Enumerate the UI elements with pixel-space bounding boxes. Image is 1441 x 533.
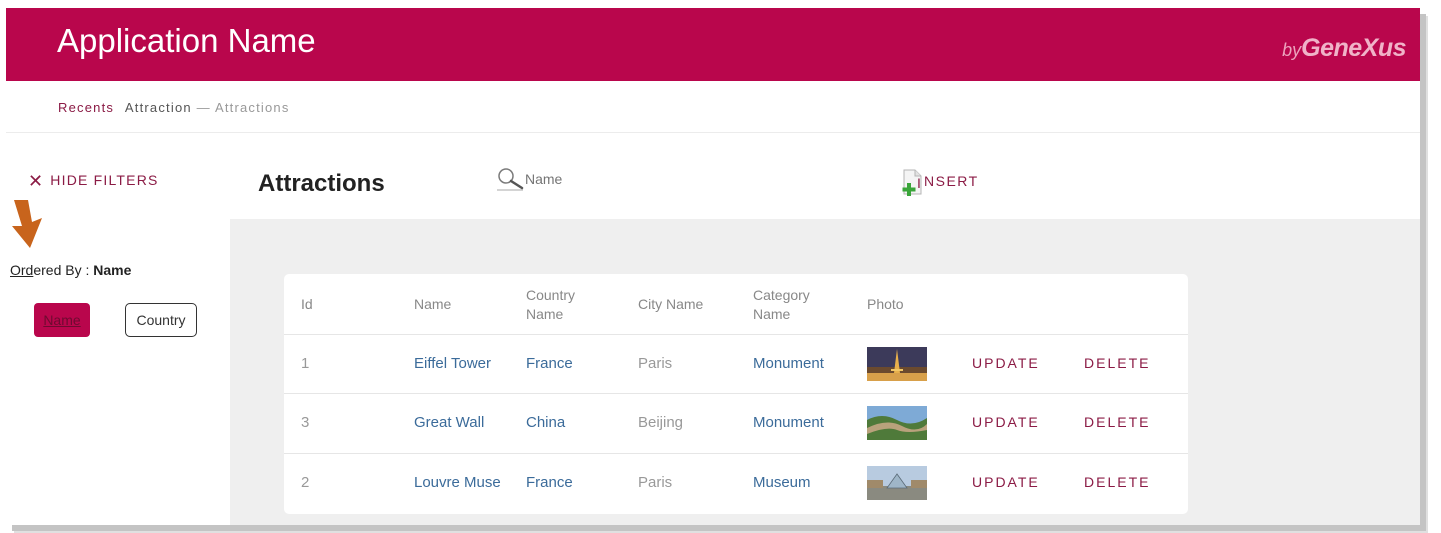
- cell-id: 1: [301, 355, 310, 372]
- update-link[interactable]: UPDATE: [972, 414, 1040, 430]
- page-title: Attractions: [258, 170, 385, 197]
- header-city-name[interactable]: City Name: [638, 295, 748, 314]
- table-row: 3 Great Wall China Beijing Monument UPDA…: [284, 394, 1188, 454]
- brand-name: GeneXus: [1301, 34, 1406, 62]
- cell-city: Beijing: [638, 414, 684, 431]
- breadcrumb-sub: Attractions: [214, 100, 290, 115]
- eiffel-tower-photo: [867, 347, 927, 381]
- cell-category-link[interactable]: Monument: [753, 355, 863, 372]
- attractions-grid: Id Name Country Name City Name Category …: [284, 274, 1188, 514]
- breadcrumb-separator: —: [196, 100, 211, 115]
- search-input[interactable]: [525, 168, 645, 190]
- update-link[interactable]: UPDATE: [972, 355, 1040, 371]
- header-photo: Photo: [867, 296, 904, 312]
- delete-link[interactable]: DELETE: [1084, 414, 1150, 430]
- header-country-name[interactable]: Country Name: [526, 286, 616, 324]
- great-wall-photo: [867, 406, 927, 440]
- cell-country-link[interactable]: France: [526, 474, 626, 491]
- cell-id: 3: [301, 414, 310, 431]
- brand-logo: byGeneXus: [1282, 34, 1406, 63]
- cell-country-link[interactable]: China: [526, 414, 626, 431]
- grid-header-row: Id Name Country Name City Name Category …: [284, 274, 1188, 335]
- cell-name-link[interactable]: Eiffel Tower: [414, 355, 521, 372]
- close-icon: ✕: [28, 171, 45, 191]
- breadcrumb-current: Attraction: [124, 100, 192, 115]
- cell-category-link[interactable]: Monument: [753, 414, 863, 431]
- cell-country-link[interactable]: France: [526, 355, 626, 372]
- insert-first-letter: I: [917, 175, 921, 191]
- header-category-name[interactable]: Category Name: [753, 286, 843, 324]
- louvre-photo: [867, 466, 927, 500]
- ordered-by-text: ered By :: [33, 262, 94, 278]
- cell-name-link[interactable]: Great Wall: [414, 414, 521, 431]
- brand-by: by: [1282, 40, 1302, 60]
- ordered-by-value: Name: [93, 262, 132, 278]
- search-box: [495, 166, 645, 194]
- annotation-arrow-icon: [12, 200, 42, 248]
- table-row: 1 Eiffel Tower France Paris Monument UPD…: [284, 335, 1188, 394]
- update-link[interactable]: UPDATE: [972, 474, 1040, 490]
- hide-filters-button[interactable]: ✕ HIDE FILTERS: [28, 171, 159, 192]
- ordered-by-label: Ordered By : Name: [10, 262, 131, 278]
- delete-link[interactable]: DELETE: [1084, 474, 1150, 490]
- cell-category-link[interactable]: Museum: [753, 474, 863, 491]
- hide-filters-label: HIDE FILTERS: [50, 172, 159, 188]
- header-id[interactable]: Id: [301, 295, 381, 314]
- cell-id: 2: [301, 474, 310, 491]
- insert-label: NSERT: [924, 173, 979, 189]
- insert-document-icon: I: [902, 169, 922, 196]
- app-title: Application Name: [57, 22, 316, 59]
- search-icon: [497, 168, 524, 191]
- table-row: 2 Louvre Muse France Paris Museum UPDATE…: [284, 454, 1188, 514]
- breadcrumb-recents-link[interactable]: Recents: [58, 100, 114, 115]
- order-by-name-button[interactable]: Name: [34, 303, 90, 337]
- header-name[interactable]: Name: [414, 295, 521, 314]
- breadcrumb: Recents Attraction — Attractions: [58, 100, 290, 115]
- delete-link[interactable]: DELETE: [1084, 355, 1150, 371]
- ordered-by-prefix: Ord: [10, 262, 34, 278]
- cell-city: Paris: [638, 355, 673, 372]
- app-window: Application Name byGeneXus Recents Attra…: [6, 8, 1420, 525]
- cell-name-link[interactable]: Louvre Muse: [414, 474, 521, 491]
- header-bar: Application Name byGeneXus: [6, 8, 1420, 81]
- header-divider: [6, 132, 1420, 133]
- order-by-country-button[interactable]: Country: [125, 303, 197, 337]
- cell-city: Paris: [638, 474, 673, 491]
